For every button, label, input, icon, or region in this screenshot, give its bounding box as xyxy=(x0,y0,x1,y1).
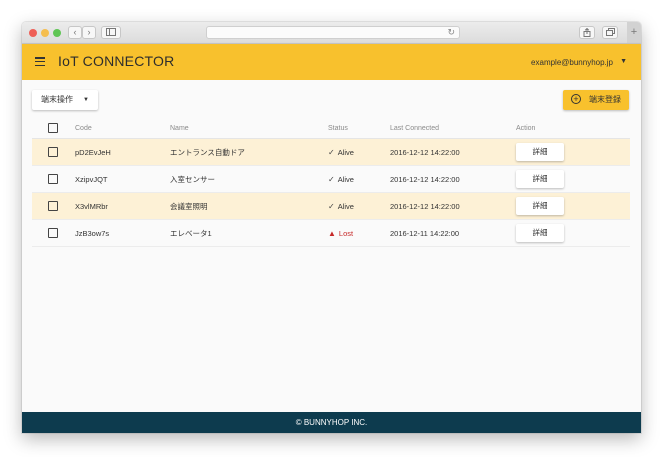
add-circle-icon: + xyxy=(571,94,581,104)
chevron-left-icon: ‹ xyxy=(73,27,77,37)
warning-icon: ▲ xyxy=(328,228,336,238)
device-status: ▲ Lost xyxy=(328,220,353,246)
status-text: Lost xyxy=(338,228,354,238)
device-code: X3vlMRbr xyxy=(75,201,108,211)
caret-down-icon: ▼ xyxy=(83,97,89,103)
device-table: Code Name Status Last Connected Action p… xyxy=(32,118,630,247)
table-row[interactable]: X3vlMRbr 会議室照明 ✓ Alive 2016-12-12 14:22:0… xyxy=(32,193,630,220)
zoom-window-button[interactable] xyxy=(53,29,61,37)
browser-toolbar: ‹ › ↻ + xyxy=(22,22,641,44)
last-connected: 2016-12-12 14:22:00 xyxy=(390,174,460,184)
user-email[interactable]: example@bunnyhop.jp xyxy=(531,58,613,67)
new-tab-button[interactable]: + xyxy=(627,22,641,43)
device-name: 入室センサー xyxy=(170,174,215,184)
last-connected: 2016-12-12 14:22:00 xyxy=(390,147,460,157)
device-name: エレベータ1 xyxy=(170,228,212,238)
detail-button[interactable]: 詳細 xyxy=(516,143,564,161)
row-checkbox[interactable] xyxy=(48,201,58,211)
device-code: JzB3ow7s xyxy=(75,228,110,238)
plus-icon: + xyxy=(630,26,638,38)
tabs-button[interactable] xyxy=(602,26,618,39)
sidebar-icon xyxy=(106,28,116,36)
row-checkbox[interactable] xyxy=(48,147,58,157)
register-device-label: 端末登録 xyxy=(589,95,621,104)
check-icon: ✓ xyxy=(328,201,335,211)
row-checkbox[interactable] xyxy=(48,228,58,238)
device-name: 会議室照明 xyxy=(170,201,208,211)
device-operation-dropdown[interactable]: 端末操作 ▼ xyxy=(32,90,98,110)
reload-icon[interactable]: ↻ xyxy=(447,27,455,38)
address-bar[interactable]: ↻ xyxy=(206,26,460,39)
last-connected: 2016-12-11 14:22:00 xyxy=(390,228,460,238)
header-action: Action xyxy=(516,124,536,132)
table-row[interactable]: JzB3ow7s エレベータ1 ▲ Lost 2016-12-11 14:22:0… xyxy=(32,220,630,247)
back-button[interactable]: ‹ xyxy=(68,26,82,39)
status-text: Alive xyxy=(337,201,354,211)
header-status[interactable]: Status xyxy=(328,118,348,138)
footer: © BUNNYHOP INC. xyxy=(22,412,641,433)
table-row[interactable]: pD2EvJeH エントランス自動ドア ✓ Alive 2016-12-12 14… xyxy=(32,139,630,166)
caret-down-icon[interactable]: ▼ xyxy=(620,58,627,65)
detail-button[interactable]: 詳細 xyxy=(516,197,564,215)
tabs-icon xyxy=(605,28,615,36)
device-status: ✓ Alive xyxy=(328,166,354,192)
header-last-connected[interactable]: Last Connected xyxy=(390,118,439,138)
sidebar-toggle-button[interactable] xyxy=(101,26,121,39)
device-code: pD2EvJeH xyxy=(75,147,111,157)
header-name[interactable]: Name xyxy=(170,118,189,138)
forward-button[interactable]: › xyxy=(82,26,96,39)
select-all-checkbox[interactable] xyxy=(48,123,58,133)
minimize-window-button[interactable] xyxy=(41,29,49,37)
row-checkbox[interactable] xyxy=(48,174,58,184)
last-connected: 2016-12-12 14:22:00 xyxy=(390,201,460,211)
check-icon: ✓ xyxy=(328,147,335,157)
detail-button[interactable]: 詳細 xyxy=(516,170,564,188)
share-icon xyxy=(583,27,591,37)
table-row[interactable]: XzipvJQT 入室センサー ✓ Alive 2016-12-12 14:22:… xyxy=(32,166,630,193)
device-name: エントランス自動ドア xyxy=(170,147,245,157)
device-status: ✓ Alive xyxy=(328,193,354,219)
app-title: IoT CONNECTOR xyxy=(58,53,175,69)
header-code[interactable]: Code xyxy=(75,118,92,138)
table-header-row: Code Name Status Last Connected Action xyxy=(32,118,630,139)
main-content: 端末操作 ▼ + 端末登録 Code Name Status Last Conn… xyxy=(22,80,641,412)
status-text: Alive xyxy=(337,147,354,157)
chevron-right-icon: › xyxy=(87,27,91,37)
menu-icon[interactable] xyxy=(35,57,45,67)
detail-button[interactable]: 詳細 xyxy=(516,224,564,242)
register-device-button[interactable]: + 端末登録 xyxy=(563,90,629,110)
browser-window: ‹ › ↻ + IoT CONNECTOR example@bunnyhop.j… xyxy=(22,22,641,433)
app-bar: IoT CONNECTOR example@bunnyhop.jp ▼ xyxy=(22,44,641,80)
device-operation-label: 端末操作 xyxy=(41,95,73,104)
share-button[interactable] xyxy=(579,26,595,39)
device-code: XzipvJQT xyxy=(75,174,108,184)
check-icon: ✓ xyxy=(328,174,335,184)
close-window-button[interactable] xyxy=(29,29,37,37)
device-status: ✓ Alive xyxy=(328,139,354,165)
status-text: Alive xyxy=(337,174,354,184)
